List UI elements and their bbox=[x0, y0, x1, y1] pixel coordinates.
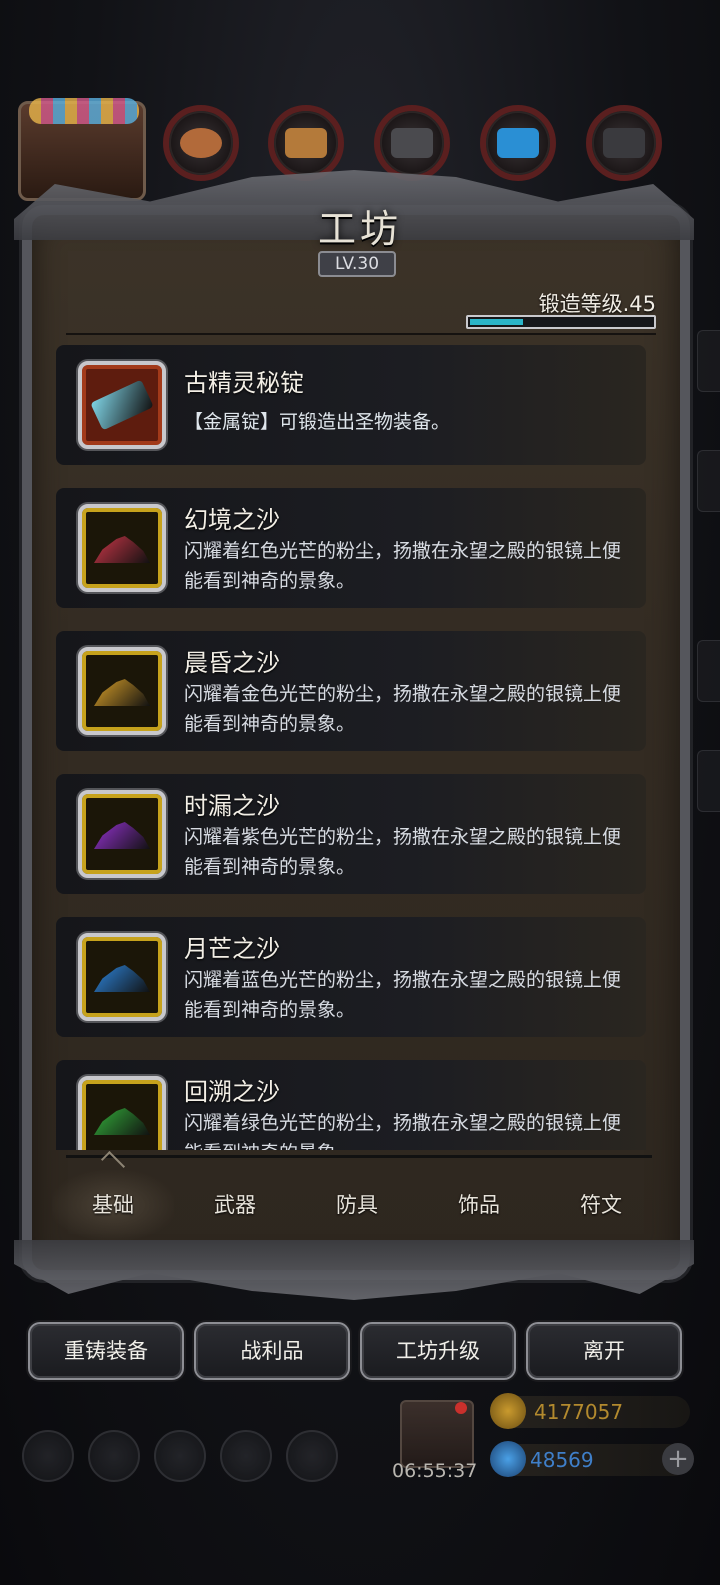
side-tab[interactable] bbox=[697, 450, 720, 512]
tab-armor[interactable]: 防具 bbox=[296, 1170, 418, 1240]
list-item[interactable]: 晨昏之沙 闪耀着金色光芒的粉尘，扬撒在永望之殿的银镜上便能看到神奇的景象。 bbox=[56, 631, 646, 751]
balloons-icon bbox=[29, 98, 139, 124]
forge-level-label: 锻造等级.45 bbox=[538, 292, 656, 316]
gold-amount: 4177057 bbox=[534, 1400, 624, 1424]
metal-ingot-icon bbox=[90, 379, 154, 431]
page-title: 工坊 bbox=[317, 207, 402, 251]
item-icon-frame bbox=[78, 790, 166, 878]
divider bbox=[66, 333, 656, 335]
side-tab[interactable] bbox=[697, 750, 720, 812]
gem-amount: 48569 bbox=[530, 1448, 594, 1472]
item-name: 回溯之沙 bbox=[184, 1078, 280, 1106]
top-circle-stone-icon[interactable] bbox=[586, 105, 662, 181]
leave-button[interactable]: 离开 bbox=[526, 1322, 682, 1380]
gem-icon bbox=[490, 1441, 526, 1477]
top-circle-iron-icon[interactable] bbox=[374, 105, 450, 181]
loot-button[interactable]: 战利品 bbox=[194, 1322, 350, 1380]
settings-gear-icon[interactable] bbox=[22, 1430, 74, 1482]
gift-timer: 06:55:37 bbox=[392, 1460, 478, 1482]
item-desc: 闪耀着紫色光芒的粉尘，扬撒在永望之殿的银镜上便能看到神奇的景象。 bbox=[184, 826, 622, 878]
green-sand-icon bbox=[94, 1108, 150, 1135]
plus-icon[interactable]: + bbox=[662, 1443, 694, 1475]
gold-sand-icon bbox=[94, 679, 150, 706]
level-badge: LV.30 bbox=[318, 251, 396, 277]
item-icon-frame bbox=[78, 933, 166, 1021]
item-icon-frame bbox=[78, 504, 166, 592]
item-name: 月芒之沙 bbox=[184, 935, 280, 963]
side-tab[interactable] bbox=[697, 640, 720, 702]
guild-icon[interactable] bbox=[154, 1430, 206, 1482]
item-desc: 闪耀着红色光芒的粉尘，扬撒在永望之殿的银镜上便能看到神奇的景象。 bbox=[184, 540, 622, 592]
top-circle-crystal-icon[interactable] bbox=[480, 105, 556, 181]
divider bbox=[66, 1155, 652, 1158]
forge-progress-bar bbox=[466, 315, 656, 329]
list-item[interactable]: 回溯之沙 闪耀着绿色光芒的粉尘，扬撒在永望之殿的银镜上便能看到神奇的景象。 bbox=[56, 1060, 646, 1150]
item-desc: 闪耀着绿色光芒的粉尘，扬撒在永望之殿的银镜上便能看到神奇的景象。 bbox=[184, 1112, 622, 1150]
list-item[interactable]: 时漏之沙 闪耀着紫色光芒的粉尘，扬撒在永望之殿的银镜上便能看到神奇的景象。 bbox=[56, 774, 646, 894]
list-item[interactable]: 古精灵秘锭 【金属锭】可锻造出圣物装备。 bbox=[56, 345, 646, 465]
tab-basic[interactable]: 基础 bbox=[52, 1170, 174, 1240]
forge-progress-fill bbox=[470, 319, 523, 325]
purple-sand-icon bbox=[94, 822, 150, 849]
workshop-upgrade-button[interactable]: 工坊升级 bbox=[360, 1322, 516, 1380]
item-icon-frame bbox=[78, 647, 166, 735]
item-desc: 闪耀着金色光芒的粉尘，扬撒在永望之殿的银镜上便能看到神奇的景象。 bbox=[184, 683, 622, 735]
top-circle-wood-icon[interactable] bbox=[268, 105, 344, 181]
tab-weapons[interactable]: 武器 bbox=[174, 1170, 296, 1240]
item-desc: 闪耀着蓝色光芒的粉尘，扬撒在永望之殿的银镜上便能看到神奇的景象。 bbox=[184, 969, 622, 1021]
item-name: 古精灵秘锭 bbox=[184, 369, 304, 397]
top-circle-ore-icon[interactable] bbox=[163, 105, 239, 181]
tab-runes[interactable]: 符文 bbox=[540, 1170, 662, 1240]
item-desc: 【金属锭】可锻造出圣物装备。 bbox=[184, 411, 451, 433]
item-icon-frame bbox=[78, 361, 166, 449]
category-tabs: 基础 武器 防具 饰品 符文 bbox=[52, 1170, 662, 1240]
blue-sand-icon bbox=[94, 965, 150, 992]
notification-dot bbox=[455, 1402, 467, 1414]
item-name: 幻境之沙 bbox=[184, 506, 280, 534]
list-item[interactable]: 月芒之沙 闪耀着蓝色光芒的粉尘，扬撒在永望之殿的银镜上便能看到神奇的景象。 bbox=[56, 917, 646, 1037]
avatar[interactable] bbox=[18, 98, 146, 201]
recast-equipment-button[interactable]: 重铸装备 bbox=[28, 1322, 184, 1380]
item-name: 时漏之沙 bbox=[184, 792, 280, 820]
item-icon-frame bbox=[78, 1076, 166, 1150]
side-tab[interactable] bbox=[697, 330, 720, 392]
tab-accessories[interactable]: 饰品 bbox=[418, 1170, 540, 1240]
mail-icon[interactable] bbox=[220, 1430, 272, 1482]
gold-coin-icon bbox=[490, 1393, 526, 1429]
item-list[interactable]: 古精灵秘锭 【金属锭】可锻造出圣物装备。 幻境之沙 闪耀着红色光芒的粉尘，扬撒在… bbox=[56, 345, 656, 1150]
star-icon[interactable] bbox=[88, 1430, 140, 1482]
item-name: 晨昏之沙 bbox=[184, 649, 280, 677]
shop-icon[interactable] bbox=[286, 1430, 338, 1482]
list-item[interactable]: 幻境之沙 闪耀着红色光芒的粉尘，扬撒在永望之殿的银镜上便能看到神奇的景象。 bbox=[56, 488, 646, 608]
red-sand-icon bbox=[94, 536, 150, 563]
